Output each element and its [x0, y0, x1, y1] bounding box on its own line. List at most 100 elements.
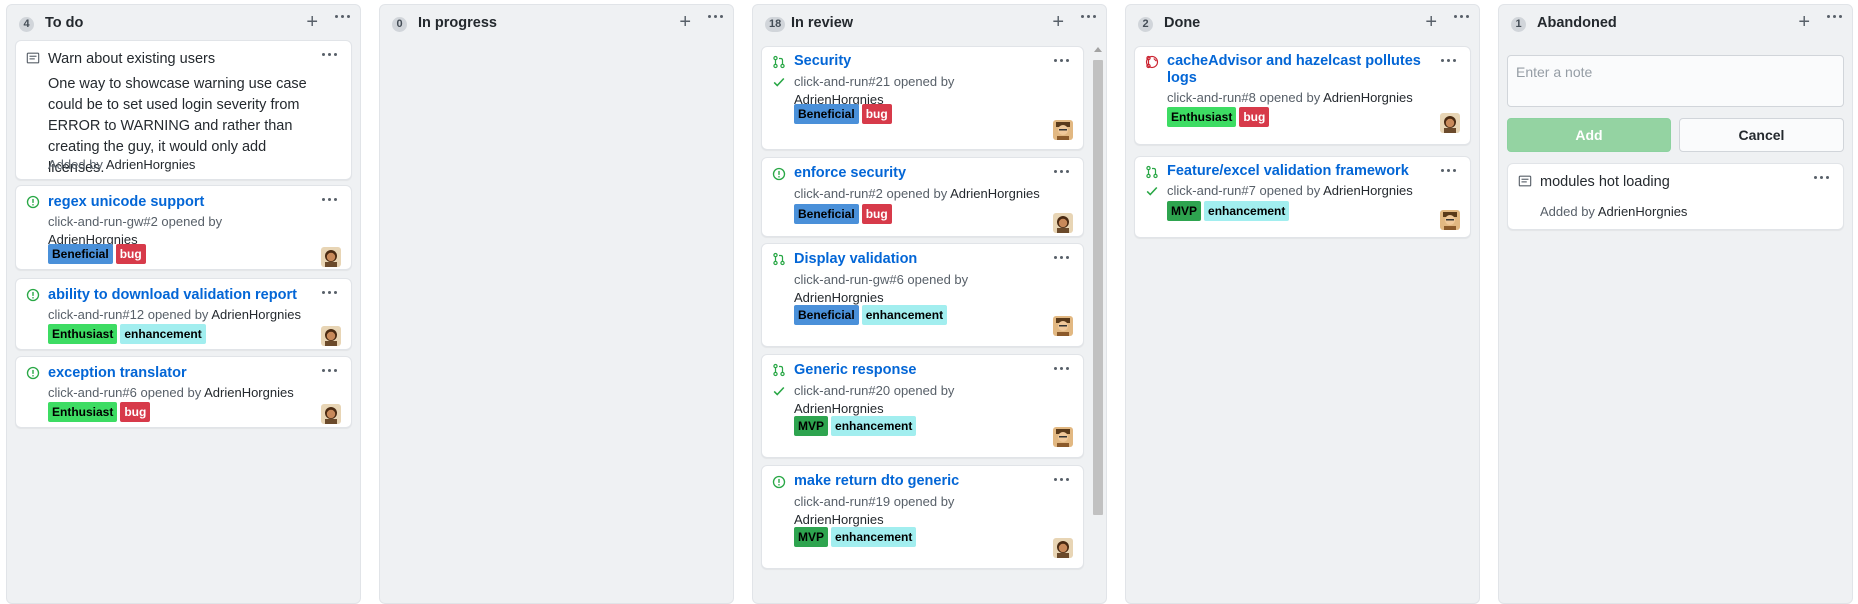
- label-enthusiast[interactable]: Enthusiast: [48, 402, 118, 422]
- add-card-icon[interactable]: +: [1052, 11, 1064, 33]
- label-beneficial[interactable]: Beneficial: [794, 305, 859, 325]
- avatar[interactable]: [1440, 113, 1460, 133]
- author-link[interactable]: AdrienHorgnies: [1323, 183, 1413, 198]
- column-scrollbar[interactable]: [1091, 42, 1103, 532]
- card-more-icon[interactable]: [322, 198, 337, 201]
- label-bug[interactable]: bug: [1239, 107, 1270, 127]
- avatar[interactable]: [1440, 210, 1460, 230]
- avatar[interactable]: [1053, 213, 1073, 233]
- card-more-icon[interactable]: [1814, 176, 1829, 179]
- column-more-icon[interactable]: [708, 15, 723, 18]
- author-link[interactable]: AdrienHorgnies: [204, 385, 294, 400]
- pr-title-link[interactable]: Generic response: [794, 362, 1064, 379]
- issue-card[interactable]: exception translator click-and-run#6 ope…: [15, 356, 352, 428]
- issue-card[interactable]: regex unicode support click-and-run-gw#2…: [15, 185, 352, 270]
- issue-title-link[interactable]: enforce security: [794, 165, 1064, 182]
- card-more-icon[interactable]: [1054, 478, 1069, 481]
- column-more-icon[interactable]: [1454, 15, 1469, 18]
- note-card[interactable]: modules hot loading Added by AdrienHorgn…: [1507, 163, 1844, 230]
- column-more-icon[interactable]: [1081, 15, 1096, 18]
- label-mvp[interactable]: MVP: [1167, 201, 1202, 221]
- label-bug[interactable]: bug: [861, 204, 892, 224]
- label-list: MVP enhancement: [794, 416, 917, 436]
- pr-card[interactable]: Generic response click-and-run#20 opened…: [761, 354, 1084, 458]
- label-beneficial[interactable]: Beneficial: [794, 104, 859, 124]
- check-icon[interactable]: [772, 384, 786, 398]
- add-card-icon[interactable]: +: [1425, 11, 1437, 33]
- column-more-icon[interactable]: [335, 15, 350, 18]
- closed-pull-request-icon: [1145, 55, 1159, 69]
- pr-title-link[interactable]: Display validation: [794, 251, 1064, 268]
- card-more-icon[interactable]: [1054, 170, 1069, 173]
- avatar[interactable]: [321, 247, 341, 267]
- issue-title-link[interactable]: ability to download validation report: [48, 287, 318, 304]
- add-card-icon[interactable]: +: [679, 11, 691, 33]
- author-link[interactable]: AdrienHorgnies: [106, 157, 196, 172]
- card-more-icon[interactable]: [1441, 59, 1456, 62]
- label-enhancement[interactable]: enhancement: [1204, 201, 1290, 221]
- label-bug[interactable]: bug: [115, 244, 146, 264]
- scroll-thumb[interactable]: [1093, 60, 1103, 515]
- pr-card[interactable]: Feature/excel validation framework click…: [1134, 156, 1471, 238]
- label-enhancement[interactable]: enhancement: [831, 416, 917, 436]
- label-enhancement[interactable]: enhancement: [831, 527, 917, 547]
- author-link[interactable]: AdrienHorgnies: [794, 512, 884, 527]
- pr-card[interactable]: Display validation click-and-run-gw#6 op…: [761, 243, 1084, 347]
- label-enthusiast[interactable]: Enthusiast: [48, 324, 118, 344]
- card-more-icon[interactable]: [1054, 367, 1069, 370]
- avatar[interactable]: [321, 404, 341, 424]
- issue-title-link[interactable]: regex unicode support: [48, 194, 318, 211]
- label-beneficial[interactable]: Beneficial: [48, 244, 113, 264]
- pr-title-link[interactable]: Security: [794, 53, 1064, 70]
- pr-card[interactable]: cacheAdvisor and hazelcast pollutes logs…: [1134, 46, 1471, 145]
- avatar[interactable]: [1053, 427, 1073, 447]
- issue-card[interactable]: make return dto generic click-and-run#19…: [761, 465, 1084, 569]
- new-note-input[interactable]: [1507, 55, 1844, 107]
- label-mvp[interactable]: MVP: [794, 416, 829, 436]
- open-issue-icon: [26, 366, 40, 380]
- avatar[interactable]: [321, 326, 341, 346]
- note-card[interactable]: Warn about existing users One way to sho…: [15, 40, 352, 180]
- author-link[interactable]: AdrienHorgnies: [794, 401, 884, 416]
- author-link[interactable]: AdrienHorgnies: [1323, 90, 1413, 105]
- label-beneficial[interactable]: Beneficial: [794, 204, 859, 224]
- card-more-icon[interactable]: [322, 53, 337, 56]
- pr-meta: click-and-run#7 opened by AdrienHorgnies: [1167, 183, 1413, 198]
- column-more-icon[interactable]: [1827, 15, 1842, 18]
- author-link[interactable]: AdrienHorgnies: [794, 290, 884, 305]
- label-enhancement[interactable]: enhancement: [120, 324, 206, 344]
- card-more-icon[interactable]: [1054, 59, 1069, 62]
- card-more-icon[interactable]: [1054, 256, 1069, 259]
- pr-card[interactable]: Security click-and-run#21 opened by Adrie…: [761, 46, 1084, 150]
- pr-title-link[interactable]: cacheAdvisor and hazelcast pollutes logs: [1167, 53, 1437, 87]
- label-bug[interactable]: bug: [861, 104, 892, 124]
- label-mvp[interactable]: MVP: [794, 527, 829, 547]
- issue-meta: click-and-run#2 opened by AdrienHorgnies: [794, 186, 1040, 201]
- add-note-button[interactable]: Add: [1507, 118, 1671, 152]
- scroll-up-icon[interactable]: [1094, 47, 1102, 52]
- card-more-icon[interactable]: [1441, 169, 1456, 172]
- label-bug[interactable]: bug: [120, 402, 151, 422]
- card-more-icon[interactable]: [322, 369, 337, 372]
- avatar[interactable]: [1053, 538, 1073, 558]
- label-enhancement[interactable]: enhancement: [861, 305, 948, 325]
- label-enthusiast[interactable]: Enthusiast: [1167, 107, 1237, 127]
- avatar[interactable]: [1053, 316, 1073, 336]
- author-link[interactable]: AdrienHorgnies: [211, 307, 301, 322]
- card-more-icon[interactable]: [322, 291, 337, 294]
- issue-title-link[interactable]: exception translator: [48, 365, 318, 382]
- check-icon[interactable]: [1145, 184, 1159, 198]
- column-card-count: 0: [392, 17, 407, 32]
- author-link[interactable]: AdrienHorgnies: [950, 186, 1040, 201]
- pr-title-link[interactable]: Feature/excel validation framework: [1167, 163, 1437, 180]
- add-card-icon[interactable]: +: [1798, 11, 1810, 33]
- avatar[interactable]: [1053, 120, 1073, 140]
- issue-card[interactable]: ability to download validation report cl…: [15, 278, 352, 350]
- column-header: 1 Abandoned +: [1499, 5, 1852, 43]
- add-card-icon[interactable]: +: [306, 11, 318, 33]
- cancel-note-button[interactable]: Cancel: [1679, 118, 1844, 152]
- author-link[interactable]: AdrienHorgnies: [1598, 204, 1688, 219]
- issue-title-link[interactable]: make return dto generic: [794, 473, 1064, 490]
- issue-card[interactable]: enforce security click-and-run#2 opened …: [761, 157, 1084, 237]
- check-icon[interactable]: [772, 75, 786, 89]
